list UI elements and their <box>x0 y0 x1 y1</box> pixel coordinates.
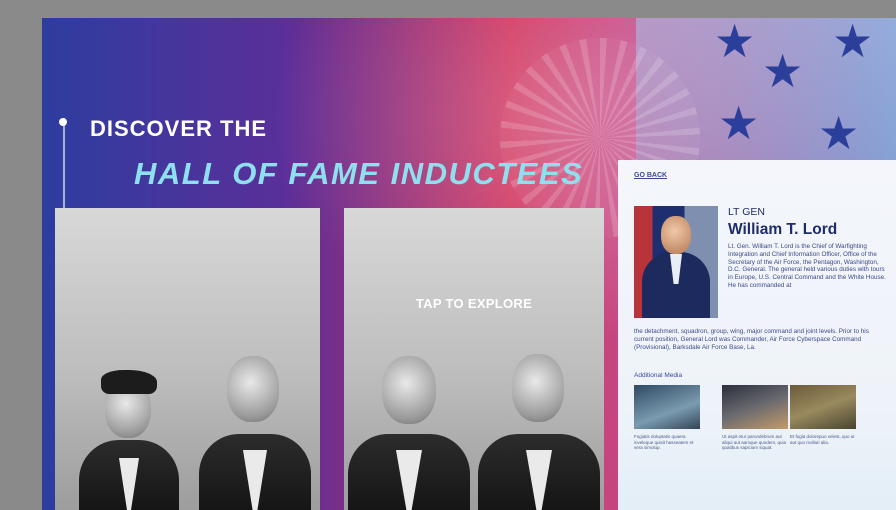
inductee-name: William T. Lord <box>728 221 838 238</box>
inductee-rank: LT GEN <box>728 206 765 218</box>
tap-to-explore-label[interactable]: TAP TO EXPLORE <box>344 296 604 311</box>
star-icon: ★ <box>832 18 874 68</box>
heading-hall-of-fame: HALL OF FAME INDUCTEES <box>134 156 584 191</box>
inductee-card[interactable]: TAP TO EXPLORE <box>344 208 604 510</box>
inductee-portrait <box>634 206 718 318</box>
inductee-detail-panel: GO BACK LT GEN William T. Lord Lt. Gen. … <box>618 160 896 510</box>
star-icon: ★ <box>714 18 756 68</box>
media-caption: Et fugia dolorepuo velest, quo ut aut qu… <box>790 434 855 445</box>
kiosk-frame: ★ ★ ★ ★ ★ DISCOVER THE HALL OF FAME INDU… <box>0 0 896 510</box>
inductee-photo-man <box>344 350 474 510</box>
inductee-bio-continued: the detachment, squadron, group, wing, m… <box>634 328 869 351</box>
media-thumbnail[interactable] <box>790 385 856 429</box>
star-icon: ★ <box>818 106 860 160</box>
inductee-photo-man <box>474 350 604 510</box>
heading-discover: DISCOVER THE <box>90 116 268 141</box>
inductee-card[interactable] <box>55 208 320 510</box>
media-thumbnail[interactable] <box>722 385 788 429</box>
go-back-link[interactable]: GO BACK <box>634 172 667 179</box>
inductee-photo-woman <box>73 340 183 510</box>
media-thumbnail[interactable] <box>634 385 700 429</box>
media-caption: Ut aspit etur parundebrum aut aliqui aut… <box>722 434 787 451</box>
additional-media-heading: Additional Media <box>634 372 683 379</box>
star-icon: ★ <box>762 44 804 98</box>
hall-of-fame-screen: ★ ★ ★ ★ ★ DISCOVER THE HALL OF FAME INDU… <box>42 18 896 510</box>
star-icon: ★ <box>718 96 760 150</box>
timeline-dot[interactable] <box>59 118 67 126</box>
media-caption: Fugiatis doluptatis quaera inveleque qui… <box>634 434 694 451</box>
inductee-bio: Lt. Gen. William T. Lord is the Chief of… <box>728 243 886 289</box>
inductee-photo-man <box>195 350 315 510</box>
